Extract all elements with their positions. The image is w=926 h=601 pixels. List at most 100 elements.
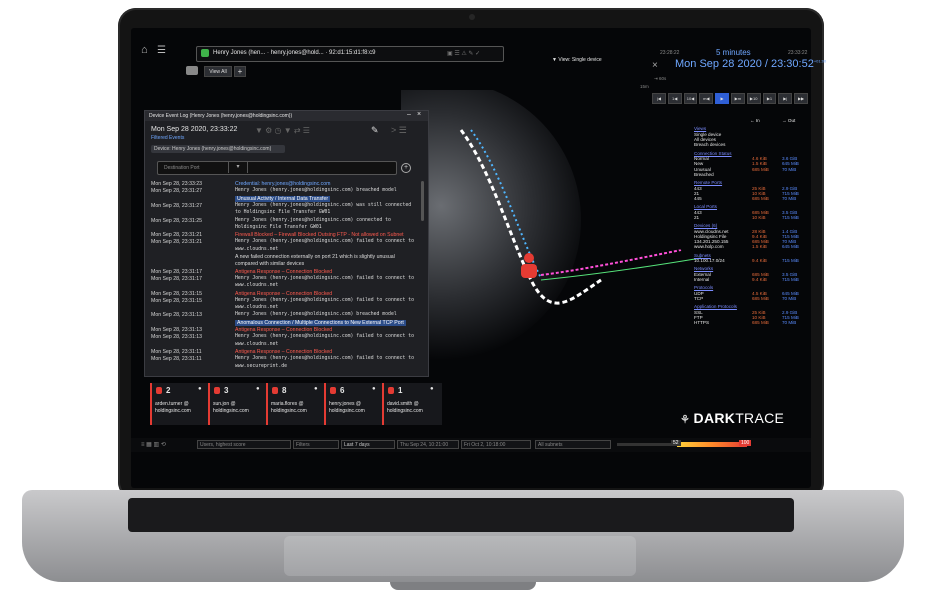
score-max[interactable]: 100 (739, 440, 752, 446)
stats-out: 70 MiB (782, 196, 797, 201)
home-icon[interactable]: ⌂ (141, 44, 148, 56)
stats-section-title[interactable]: Subnets (694, 253, 711, 258)
add-filter-icon[interactable]: + (401, 163, 411, 173)
comment-icon[interactable]: ● (256, 386, 260, 392)
event-date: Mon Sep 28, 23:31:13 (151, 327, 203, 333)
to-date[interactable]: Fri Oct 2, 10:18:00 (461, 440, 531, 449)
device-label: Henry Jones (hen... · henry.jones@hold..… (213, 50, 376, 56)
filters-select[interactable]: Filters (293, 440, 339, 449)
stats-section-title[interactable]: Devices (6) (694, 223, 717, 228)
stats-out: 645 MiB (782, 244, 799, 250)
touchpad (284, 536, 636, 576)
user-card[interactable]: 2 ● arden.turner @ holdingsinc.com (150, 383, 210, 425)
user-name: arden.turner @ (155, 401, 189, 407)
event-message: A new failed connection externally on po… (235, 254, 395, 260)
close-dialog-icon[interactable]: × (417, 111, 421, 118)
comment-icon[interactable]: ● (430, 386, 434, 392)
scrollbar[interactable] (421, 181, 424, 221)
timeline-button[interactable]: |◀ (652, 93, 666, 104)
user-icon (272, 387, 278, 394)
log-toolbar-icons[interactable]: ▼ ⚙ ◷ ▼ ⇄ ☰ (255, 126, 310, 135)
user-icon (201, 49, 209, 57)
timeline-window[interactable]: 5 minutes (716, 48, 751, 57)
stats-section-title[interactable]: Views (694, 126, 706, 131)
user-icon (156, 387, 162, 394)
minimize-icon[interactable]: – (407, 111, 411, 118)
view-all-button[interactable]: View All (204, 66, 232, 77)
webcam (469, 14, 475, 20)
more-icons[interactable]: > ☰ (391, 125, 407, 136)
stats-in: 9.4 KiB (752, 277, 767, 283)
close-icon[interactable]: × (652, 60, 658, 71)
timeline-button[interactable]: ▶m (730, 93, 745, 104)
stats-label: www.holp.com (694, 244, 724, 250)
timeline-button[interactable]: 1◀ (667, 93, 682, 104)
timeline-button[interactable]: m◀ (699, 93, 714, 104)
device-search-bar[interactable]: Henry Jones (hen... · henry.jones@hold..… (196, 46, 504, 62)
view-mode-selector[interactable]: ▼ View: Single device (552, 57, 602, 63)
user-card[interactable]: 3 ● sun.jon @ holdingsinc.com (208, 383, 268, 425)
view-option[interactable]: Breach devices (694, 142, 806, 147)
event-message: Credential: henry.jones@holdingsinc.com (235, 181, 331, 187)
user-name: maria.flores @ (271, 401, 304, 407)
event-message: Henry Jones (henry.jones@holdingsinc.com… (235, 202, 412, 208)
from-date[interactable]: Thu Sep 24, 10:21:00 (397, 440, 459, 449)
scale-15m: 15m (640, 84, 649, 89)
toolbar-icons[interactable]: ▣ ☰ ⚠ ✎ ✓ (447, 50, 480, 57)
add-button[interactable]: + (234, 66, 246, 77)
event-date: Mon Sep 28, 23:31:27 (151, 188, 203, 195)
comment-icon[interactable]: ● (314, 386, 318, 392)
event-message: www.secureprint.de (235, 363, 287, 369)
filter-dropdown[interactable]: ▾ (228, 162, 248, 173)
stats-label: 445 (694, 196, 702, 201)
user-domain: holdingsinc.com (271, 408, 307, 414)
timeline-button[interactable]: ▶| (778, 93, 793, 104)
stats-section-title[interactable]: Connection Status (694, 151, 732, 156)
event-list: Mon Sep 28, 23:33:23 Credential: henry.jo… (145, 181, 428, 376)
stats-out: 715 MiB (782, 258, 799, 264)
period-select[interactable]: Last 7 days (341, 440, 395, 449)
tags-icon[interactable] (186, 66, 198, 75)
event-message: Anomalous Connection / Multiple Connecti… (235, 319, 406, 326)
timeline-button[interactable]: ▶▶ (794, 93, 808, 104)
user-icon (214, 387, 220, 394)
event-message: Antigena Response – Connection Blocked (235, 327, 333, 333)
event-message: Holdingsinc File Transfer GW01 (235, 224, 322, 230)
user-card[interactable]: 1 ● david.smith @ holdingsinc.com (382, 383, 442, 425)
event-message: Henry Jones (henry.jones@holdingsinc.com… (235, 239, 415, 245)
score-range-bar[interactable] (677, 442, 747, 447)
filtered-events-link[interactable]: Filtered Events (151, 135, 184, 141)
comment-icon[interactable]: ● (198, 386, 202, 392)
edit-icon[interactable]: ✎ (371, 125, 379, 136)
dialog-title: Device Event Log (Henry Jones (henry.jon… (149, 113, 293, 119)
filter-input[interactable]: Destination Port ▾ (157, 161, 397, 175)
stats-section-title[interactable]: Remote Ports (694, 180, 722, 185)
user-card[interactable]: 6 ● henry.jones @ holdingsinc.com (324, 383, 384, 425)
dialog-titlebar[interactable]: Device Event Log (Henry Jones (henry.jon… (145, 111, 428, 121)
menu-icon[interactable]: ☰ (157, 45, 166, 56)
stats-out: 70 MiB (782, 296, 797, 302)
timeline-button[interactable]: ▶10 (746, 93, 761, 104)
timeline-button[interactable]: ▶1 (762, 93, 777, 104)
user-card[interactable]: 8 ● maria.flores @ holdingsinc.com (266, 383, 326, 425)
stats-section-title[interactable]: Application Protocols (694, 304, 737, 309)
stats-label: TCP (694, 296, 704, 302)
device-chip[interactable]: Device: Henry Jones (henry.jones@holding… (151, 145, 285, 153)
subnet-select[interactable]: All subnets (535, 440, 611, 449)
stats-section-title[interactable]: Local Ports (694, 204, 717, 209)
stats-out: 715 MiB (782, 277, 799, 283)
stats-out: 70 MiB (782, 166, 797, 172)
comment-icon[interactable]: ● (372, 386, 376, 392)
layout-icons[interactable]: ≡ ▦ ▥ ⟲ (141, 441, 166, 448)
score-min[interactable]: 52 (671, 440, 681, 446)
timeline-controls: |◀ 1◀ 10◀ m◀ ▶ ▶m ▶10 ▶1 ▶| ▶▶ (652, 93, 808, 104)
timeline-start: 23:28:22 (660, 50, 680, 56)
timeline-button[interactable]: 10◀ (683, 93, 698, 104)
event-message: to Holdingsinc File Transfer GW01 (235, 210, 331, 216)
stats-section-title[interactable]: Networks (694, 266, 713, 271)
breach-count: 1 (398, 386, 403, 395)
event-message: www.cloudns.net (235, 246, 279, 252)
stats-section-title[interactable]: Protocols (694, 285, 713, 290)
sort-select[interactable]: Users, highest score (197, 440, 291, 449)
timeline-button[interactable]: ▶ (715, 93, 729, 104)
